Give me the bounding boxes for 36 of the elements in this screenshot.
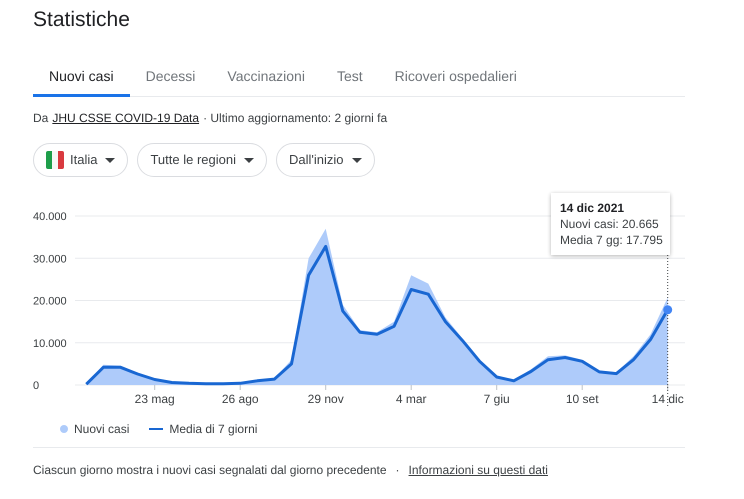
x-axis-label: 10 set (566, 392, 599, 406)
source-prefix: Da (33, 110, 48, 126)
tab[interactable]: Test (320, 55, 379, 97)
x-axis-label: 26 ago (222, 392, 259, 406)
y-axis-label: 40.000 (33, 211, 67, 223)
x-axis-label: 23 mag (134, 392, 175, 406)
x-axis-label: 29 nov (308, 392, 344, 406)
separator: · (396, 462, 400, 478)
x-axis-label: 14 dic (652, 392, 684, 406)
tooltip-value: Media 7 gg: 17.795 (560, 232, 661, 248)
filter-dropdown[interactable]: Italia (33, 143, 128, 177)
caret-icon (105, 158, 116, 162)
filter-dropdown[interactable]: Dall'inizio (276, 143, 374, 177)
y-axis-label: 20.000 (33, 296, 67, 308)
update-info: · Ultimo aggiornamento: 2 giorni fa (203, 110, 388, 126)
legend-label: Nuovi casi (74, 422, 130, 436)
info-link[interactable]: Informazioni su questi dati (408, 462, 548, 478)
x-axis-label: 4 mar (396, 392, 427, 406)
y-axis-label: 10.000 (33, 338, 67, 350)
source-link[interactable]: JHU CSSE COVID-19 Data (52, 110, 200, 126)
filter-dropdown[interactable]: Tutte le regioni (137, 143, 267, 177)
y-axis-label: 0 (33, 380, 40, 392)
x-axis-label: 7 giu (484, 392, 510, 406)
tab[interactable]: Vaccinazioni (211, 55, 321, 97)
page-title: Statistiche (33, 7, 131, 33)
y-axis-label: 30.000 (33, 253, 67, 266)
tab[interactable]: Decessi (130, 55, 212, 97)
tooltip-value: Nuovi casi: 20.665 (560, 216, 660, 232)
footer-note: Ciascun giorno mostra i nuovi casi segnalati dal giorno precedente (33, 462, 387, 478)
point-marker (663, 305, 672, 314)
legend-label: Media di 7 giorni (169, 422, 258, 436)
caret-icon (244, 158, 254, 162)
tab[interactable]: Ricoveri ospedalieri (378, 55, 533, 97)
tab[interactable]: Nuovi casi (33, 55, 130, 97)
tooltip-date: 14 dic 2021 (560, 200, 626, 216)
caret-icon (352, 158, 362, 162)
